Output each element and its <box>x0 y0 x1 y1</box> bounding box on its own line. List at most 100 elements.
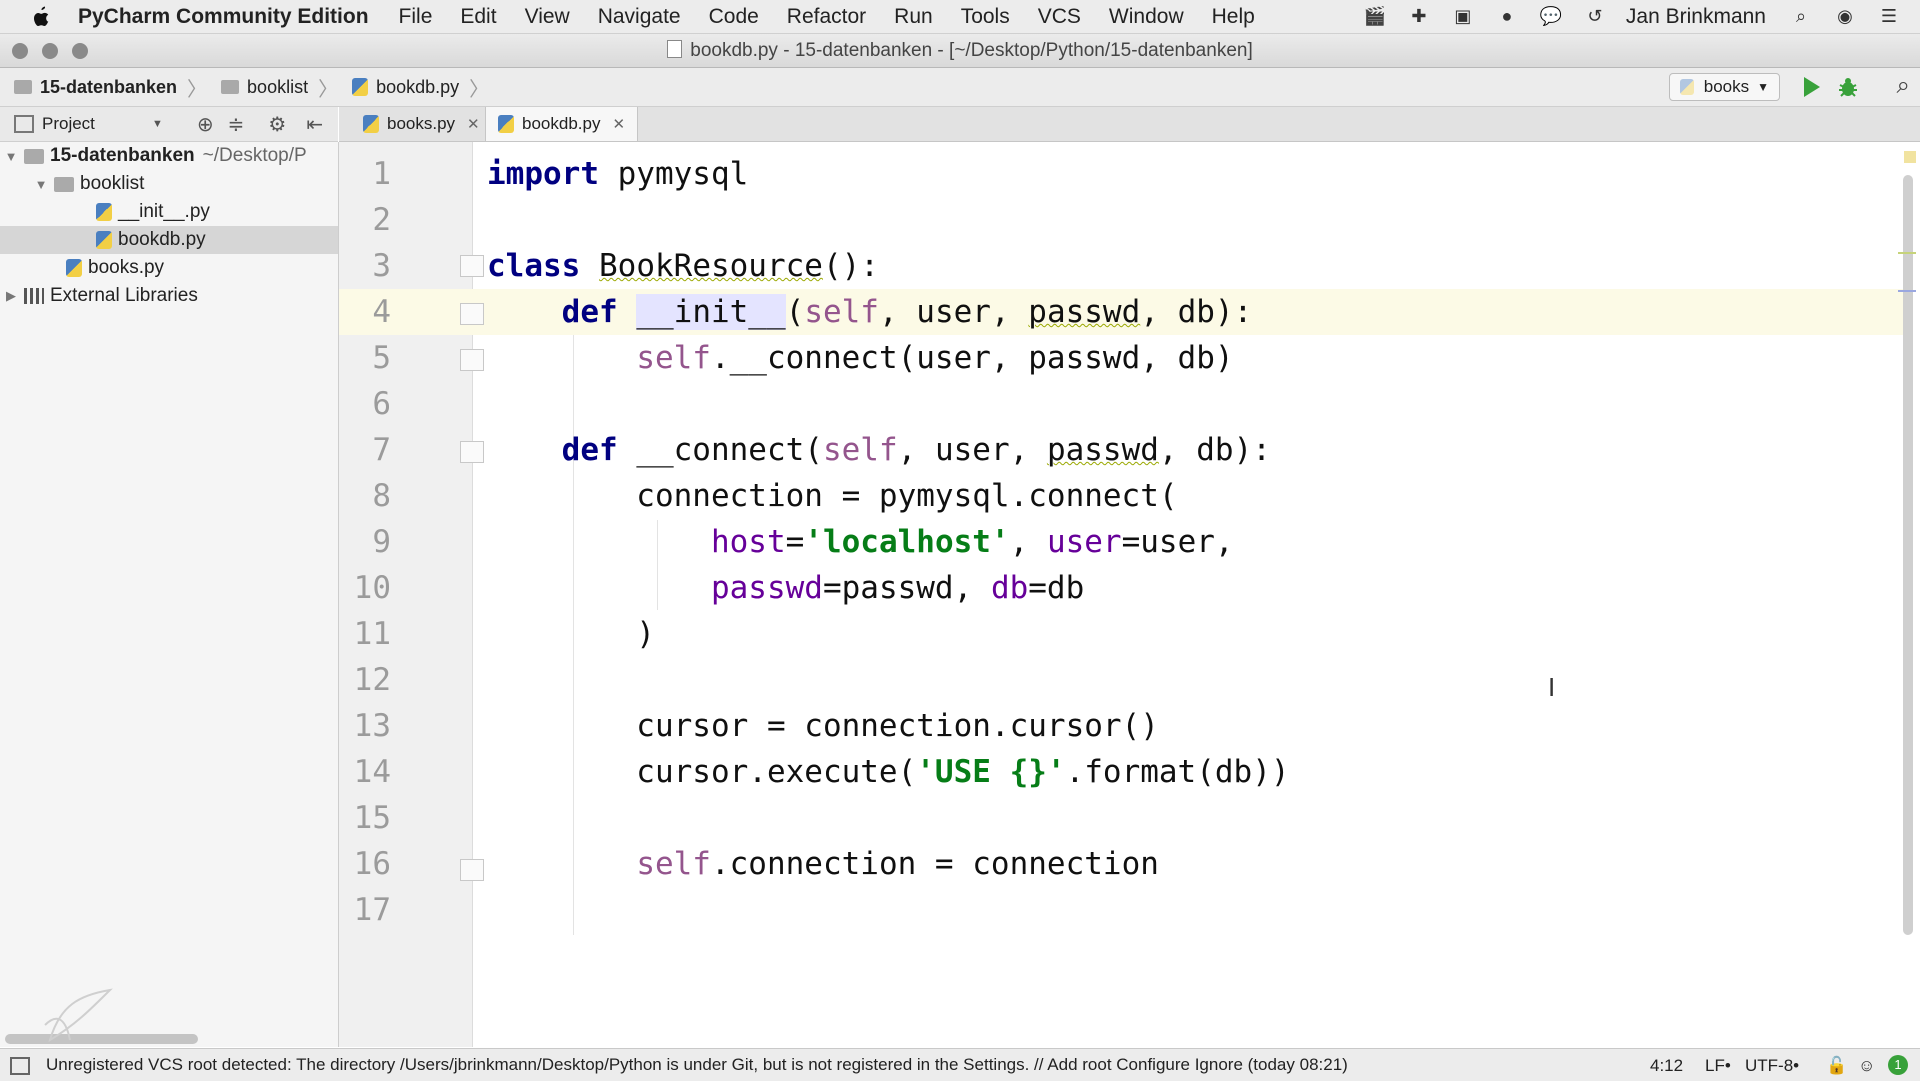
breadcrumb-file[interactable]: bookdb.py 〉 <box>352 73 489 102</box>
code-line[interactable]: def __init__(self, user, passwd, db): <box>487 289 1252 335</box>
caret-position[interactable]: 4:12 <box>1650 1056 1683 1076</box>
event-log-badge[interactable]: 1 <box>1888 1055 1908 1075</box>
code-line[interactable]: self.__connect(user, passwd, db) <box>487 335 1233 381</box>
menu-vcs[interactable]: VCS <box>1038 5 1081 29</box>
file-icon <box>667 40 683 58</box>
lock-icon[interactable]: 🔓 <box>1826 1056 1847 1076</box>
inspection-status-icon[interactable] <box>1904 151 1916 163</box>
run-configuration-select[interactable]: books ▼ <box>1668 73 1780 101</box>
code-line[interactable]: ) <box>487 611 655 657</box>
code-line[interactable]: passwd=passwd, db=db <box>487 565 1084 611</box>
scroll-from-source-icon[interactable]: ⊕ <box>197 112 214 137</box>
menu-help[interactable]: Help <box>1212 5 1255 29</box>
editor-vertical-scrollbar[interactable] <box>1903 175 1913 935</box>
menu-navigate[interactable]: Navigate <box>598 5 681 29</box>
file-encoding[interactable]: UTF-8• <box>1745 1056 1799 1076</box>
breadcrumb-package[interactable]: booklist 〉 <box>221 73 338 102</box>
fold-marker-icon[interactable] <box>460 859 484 881</box>
chevron-down-icon: ▼ <box>1757 80 1769 94</box>
line-number: 3 <box>372 248 391 284</box>
breadcrumb-project[interactable]: 15-datenbanken 〉 <box>14 73 207 102</box>
line-number: 16 <box>353 846 391 882</box>
plus-cross-icon[interactable]: ✚ <box>1406 6 1432 28</box>
code-line[interactable]: cursor.execute('USE {}'.format(db)) <box>487 749 1289 795</box>
search-everywhere-icon[interactable]: ⌕ <box>1897 72 1910 100</box>
folder-icon <box>54 176 74 192</box>
python-file-icon <box>96 231 112 249</box>
screen-recorder-icon[interactable]: 🎬 <box>1362 6 1388 28</box>
code-line[interactable]: class BookResource(): <box>487 243 879 289</box>
leaf-icon[interactable]: ● <box>1494 6 1520 28</box>
line-number: 14 <box>353 754 391 790</box>
watermark-logo-icon <box>44 988 113 1043</box>
fold-marker-icon[interactable] <box>460 255 484 277</box>
tree-item-bookdb-py[interactable]: bookdb.py <box>0 226 338 254</box>
python-file-icon <box>498 115 514 133</box>
usage-marker[interactable] <box>1898 290 1916 292</box>
time-machine-icon[interactable]: ↺ <box>1582 6 1608 28</box>
menu-file[interactable]: File <box>399 5 433 29</box>
line-number: 12 <box>353 662 391 698</box>
fold-marker-icon[interactable] <box>460 349 484 371</box>
hide-panel-icon[interactable]: ⇤ <box>306 112 323 137</box>
line-number: 17 <box>353 892 391 928</box>
code-line[interactable]: connection = pymysql.connect( <box>487 473 1177 519</box>
chat-bubble-icon[interactable]: 💬 <box>1538 6 1564 28</box>
menu-edit[interactable]: Edit <box>460 5 496 29</box>
hector-inspection-icon[interactable]: ☺ <box>1858 1056 1875 1076</box>
code-line[interactable]: cursor = connection.cursor() <box>487 703 1159 749</box>
collapsed-arrow-icon[interactable]: ▶ <box>4 288 18 304</box>
expanded-arrow-icon[interactable]: ▼ <box>4 149 18 164</box>
vcs-notification-message[interactable]: Unregistered VCS root detected: The dire… <box>46 1055 1348 1075</box>
line-number: 1 <box>372 156 391 192</box>
spotlight-search-icon[interactable]: ⌕ <box>1788 6 1814 28</box>
navigation-bar: 15-datenbanken 〉 booklist 〉 bookdb.py 〉 boo… <box>0 68 1920 107</box>
menu-tools[interactable]: Tools <box>961 5 1010 29</box>
code-line[interactable]: def __connect(self, user, passwd, db): <box>487 427 1271 473</box>
project-tree-panel: ▼ 15-datenbanken ~/Desktop/P ▼ booklist … <box>0 142 339 1047</box>
menu-code[interactable]: Code <box>709 5 759 29</box>
tree-item-init-py[interactable]: __init__.py <box>0 198 338 226</box>
run-icon[interactable] <box>1804 77 1820 97</box>
toggle-tool-windows-icon[interactable] <box>10 1057 30 1075</box>
code-line[interactable]: import pymysql <box>487 151 748 197</box>
expanded-arrow-icon[interactable]: ▼ <box>34 177 48 192</box>
notification-center-icon[interactable]: ☰ <box>1876 6 1902 28</box>
menu-view[interactable]: View <box>525 5 570 29</box>
window-title: bookdb.py - 15-datenbanken - [~/Desktop/… <box>0 40 1920 62</box>
chevron-down-icon[interactable]: ▼ <box>152 118 163 130</box>
menu-run[interactable]: Run <box>894 5 933 29</box>
tree-item-booklist[interactable]: ▼ booklist <box>0 170 338 198</box>
close-tab-icon[interactable]: ✕ <box>467 115 480 133</box>
tree-item-15-datenbanken[interactable]: ▼ 15-datenbanken ~/Desktop/P <box>0 142 338 170</box>
camera-icon[interactable]: ▣ <box>1450 6 1476 28</box>
window-title-bar: bookdb.py - 15-datenbanken - [~/Desktop/… <box>0 34 1920 68</box>
text-cursor-icon: I <box>1548 672 1556 702</box>
user-name[interactable]: Jan Brinkmann <box>1626 5 1766 29</box>
gear-icon[interactable]: ⚙ <box>268 112 286 137</box>
line-separator[interactable]: LF• <box>1705 1056 1731 1076</box>
collapse-all-icon[interactable]: ≑ <box>228 112 245 137</box>
project-view-select[interactable]: Project <box>42 114 152 134</box>
debug-icon[interactable] <box>1838 76 1858 98</box>
menu-window[interactable]: Window <box>1109 5 1184 29</box>
apple-icon[interactable] <box>30 5 52 29</box>
code-line[interactable]: self.connection = connection <box>487 841 1159 887</box>
app-name[interactable]: PyCharm Community Edition <box>78 5 369 29</box>
menu-refactor[interactable]: Refactor <box>787 5 866 29</box>
line-number: 15 <box>353 800 391 836</box>
tab-bookdb-py[interactable]: bookdb.py ✕ <box>485 107 639 141</box>
fold-marker-icon[interactable] <box>460 441 484 463</box>
tree-item-books-py[interactable]: books.py <box>0 254 338 282</box>
fold-marker-icon[interactable] <box>460 303 484 325</box>
tree-item-external-libraries[interactable]: ▶ External Libraries <box>0 282 338 310</box>
python-file-icon <box>1679 79 1694 95</box>
warning-marker[interactable] <box>1898 252 1916 254</box>
library-icon <box>24 288 44 304</box>
close-tab-icon[interactable]: ✕ <box>612 115 625 133</box>
folder-icon <box>14 80 32 94</box>
siri-icon[interactable]: ◉ <box>1832 6 1858 28</box>
code-line[interactable]: host='localhost', user=user, <box>487 519 1234 565</box>
tab-books-py[interactable]: books.py ✕ <box>351 107 492 141</box>
editor-tabs: books.py ✕ bookdb.py ✕ <box>339 107 1920 142</box>
